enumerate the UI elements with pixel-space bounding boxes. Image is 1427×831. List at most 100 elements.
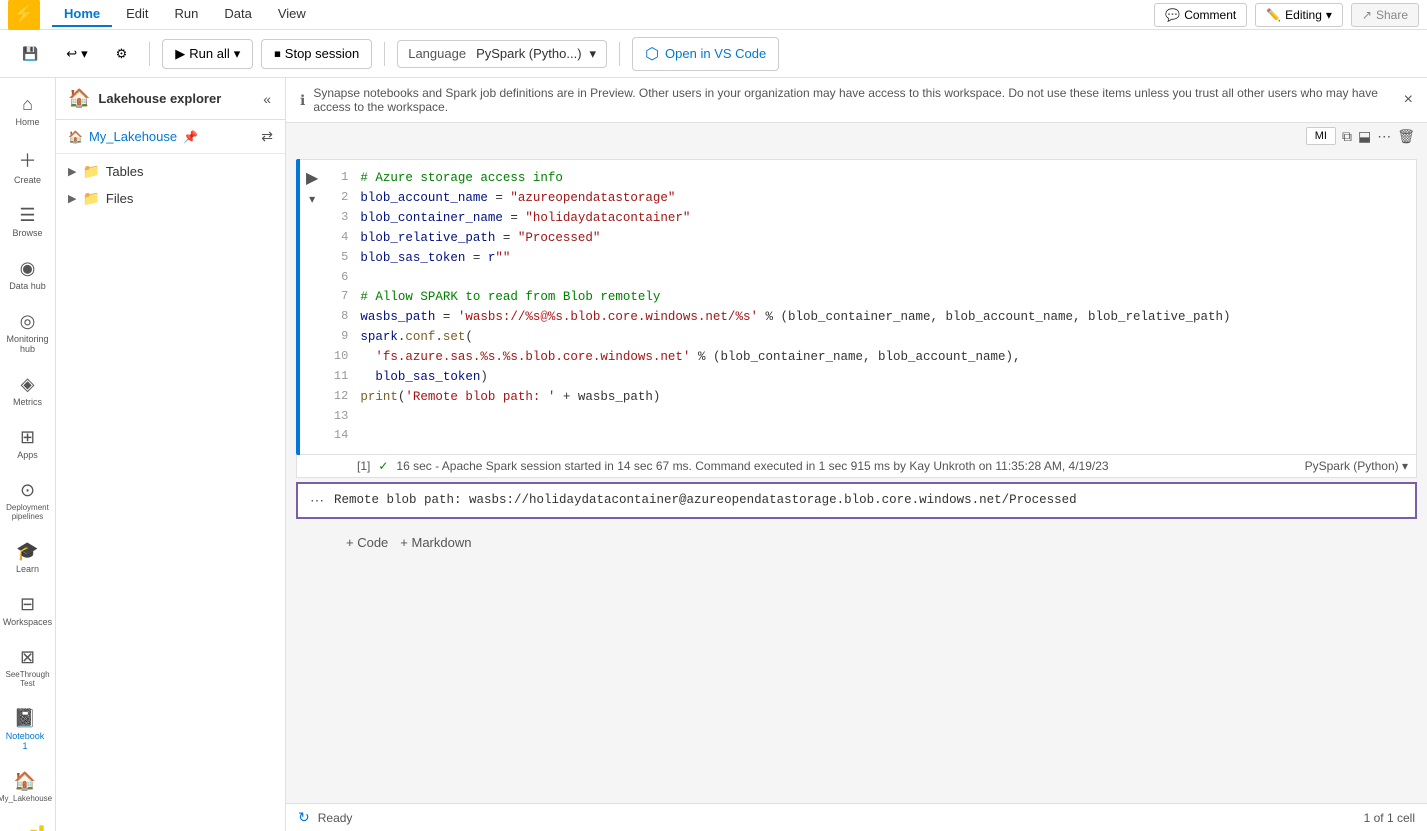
powerbi-icon — [10, 823, 46, 831]
sidebar-item-deployment[interactable]: ⊙ Deployment pipelines — [3, 472, 53, 529]
toolbar-divider-2 — [384, 42, 385, 66]
run-cell-button[interactable]: ▶ — [306, 168, 318, 188]
panel-controls: « — [261, 89, 273, 109]
output-result-box: ⋯ Remote blob path: wasbs://holidaydatac… — [296, 482, 1417, 519]
tab-home[interactable]: Home — [52, 2, 112, 27]
code-line-9: 9 spark.conf.set( — [324, 327, 1416, 347]
run-all-button[interactable]: ▶ Run all ▾ — [162, 39, 253, 69]
status-left: ↻ Ready — [298, 809, 352, 826]
sidebar-item-datahub[interactable]: ◉ Data hub — [3, 250, 53, 299]
top-bar-tabs: Home Edit Run Data View — [52, 2, 318, 27]
add-markdown-label: + Markdown — [400, 535, 471, 550]
sidebar-item-apps[interactable]: ⊞ Apps — [3, 419, 53, 468]
sidebar-label-workspaces: Workspaces — [3, 617, 52, 627]
sidebar-item-seethrough[interactable]: ⊠ SeeThrough Test — [3, 639, 53, 696]
tab-edit[interactable]: Edit — [114, 2, 160, 27]
add-code-cell-button[interactable]: + Code — [346, 535, 388, 550]
run-all-icon: ▶ — [175, 46, 185, 62]
sidebar-item-learn[interactable]: 🎓 Learn — [3, 533, 53, 582]
sidebar-item-workspaces[interactable]: ⊟ Workspaces — [3, 586, 53, 635]
comment-button[interactable]: 💬 Comment — [1154, 3, 1247, 27]
share-button[interactable]: ↗ Share — [1351, 3, 1419, 27]
tab-data[interactable]: Data — [212, 2, 263, 27]
notebook1-icon: 📓 — [14, 708, 36, 729]
metrics-icon: ◈ — [21, 374, 35, 395]
apps-icon: ⊞ — [20, 427, 35, 448]
code-line-12: 12 print('Remote blob path: ' + wasbs_pa… — [324, 387, 1416, 407]
tab-run[interactable]: Run — [163, 2, 211, 27]
sidebar-label-deployment: Deployment pipelines — [6, 503, 49, 521]
sidebar-item-browse[interactable]: ☰ Browse — [3, 197, 53, 246]
sidebar-label-learn: Learn — [16, 564, 39, 574]
tab-view[interactable]: View — [266, 2, 318, 27]
sidebar-label-browse: Browse — [12, 228, 42, 238]
status-bar: ↻ Ready 1 of 1 cell — [286, 803, 1427, 831]
open-vscode-button[interactable]: ⬡ Open in VS Code — [632, 37, 779, 71]
stop-session-button[interactable]: ⏹ Stop session — [261, 39, 372, 69]
add-code-label: + Code — [346, 535, 388, 550]
output-check-icon: ✓ — [378, 459, 388, 473]
lakehouse-header-icon: 🏠 — [68, 88, 90, 109]
split-cell-button[interactable]: ⬓ — [1358, 128, 1371, 145]
workspaces-icon: ⊟ — [20, 594, 35, 615]
top-bar-left: ⚡ Home Edit Run Data View — [8, 0, 318, 31]
info-bar: ℹ Synapse notebooks and Spark job defini… — [286, 78, 1427, 123]
file-tree: ▶ 📁 Tables ▶ 📁 Files — [56, 154, 285, 831]
output-language-selector[interactable]: PySpark (Python) ▾ — [1305, 459, 1408, 473]
mylakehouse-icon: 🏠 — [14, 771, 36, 792]
run-all-label: Run all — [189, 46, 229, 61]
delete-cell-button[interactable]: 🗑 — [1397, 128, 1415, 145]
language-selector[interactable]: Language PySpark (Pytho...) ▾ — [397, 40, 607, 68]
settings-button[interactable]: ⚙ — [106, 41, 138, 67]
status-right: 1 of 1 cell — [1364, 811, 1415, 825]
tree-item-files[interactable]: ▶ 📁 Files — [56, 185, 285, 212]
cell-top-toolbar: MI ⧉ ⬓ ⋯ 🗑 — [286, 123, 1427, 149]
stop-session-icon: ⏹ — [274, 46, 281, 62]
undo-button[interactable]: ↩ ▾ — [56, 41, 97, 67]
code-line-5: 5 blob_sas_token = r"" — [324, 248, 1416, 268]
deployment-icon: ⊙ — [20, 480, 35, 501]
left-panel: 🏠 Lakehouse explorer « 🏠 My_Lakehouse 📌 … — [56, 78, 286, 831]
expand-cell-button[interactable]: ▾ — [309, 192, 315, 206]
browse-icon: ☰ — [19, 205, 35, 226]
more-options-button[interactable]: ⋯ — [1377, 128, 1391, 145]
cell-count-text: 1 of 1 cell — [1364, 811, 1415, 825]
sidebar-item-monitoring[interactable]: ◎ Monitoring hub — [3, 303, 53, 362]
info-bar-close-button[interactable]: × — [1404, 91, 1413, 109]
mi-button[interactable]: MI — [1306, 127, 1336, 145]
language-label: Language — [408, 46, 466, 61]
add-markdown-cell-button[interactable]: + Markdown — [400, 535, 471, 550]
sidebar-item-home[interactable]: ⌂ Home — [3, 86, 53, 135]
share-label: Share — [1376, 8, 1408, 22]
lakehouse-name-icon: 🏠 — [68, 130, 83, 144]
undo-chevron: ▾ — [81, 46, 88, 62]
sidebar-item-mylakehouse[interactable]: 🏠 My_Lakehouse — [0, 763, 50, 811]
comment-label: Comment — [1184, 8, 1236, 22]
output-timing-text: 16 sec - Apache Spark session started in… — [396, 459, 1108, 473]
editing-button[interactable]: ✏️ Editing ▾ — [1255, 3, 1343, 27]
app-logo: ⚡ — [8, 0, 40, 31]
copy-cell-button[interactable]: ⧉ — [1342, 128, 1352, 145]
save-button[interactable]: 💾 — [12, 41, 48, 67]
save-icon: 💾 — [22, 46, 38, 62]
home-icon: ⌂ — [22, 94, 33, 115]
sidebar-item-metrics[interactable]: ◈ Metrics — [3, 366, 53, 415]
language-value: PySpark (Pytho...) — [476, 46, 581, 61]
code-line-8: 8 wasbs_path = 'wasbs://%s@%s.blob.core.… — [324, 307, 1416, 327]
code-line-7: 7 # Allow SPARK to read from Blob remote… — [324, 287, 1416, 307]
code-line-14: 14 — [324, 426, 1416, 445]
lakehouse-sync-button[interactable]: ⇄ — [261, 128, 273, 145]
sidebar-item-create[interactable]: ＋ Create — [3, 139, 53, 193]
collapse-panel-button[interactable]: « — [261, 89, 273, 109]
tree-item-tables[interactable]: ▶ 📁 Tables — [56, 158, 285, 185]
toolbar-divider-1 — [149, 42, 150, 66]
undo-icon: ↩ — [66, 46, 77, 62]
vscode-label: Open in VS Code — [665, 46, 766, 61]
tables-label: Tables — [106, 164, 144, 179]
sidebar-label-monitoring: Monitoring hub — [6, 334, 48, 354]
output-more-button[interactable]: ⋯ — [310, 492, 324, 509]
datahub-icon: ◉ — [20, 258, 36, 279]
sidebar-item-notebook1[interactable]: 📓 Notebook 1 — [0, 700, 50, 759]
vscode-icon: ⬡ — [645, 44, 659, 64]
code-cell-content: 1 # Azure storage access info 2 blob_acc… — [324, 159, 1417, 455]
